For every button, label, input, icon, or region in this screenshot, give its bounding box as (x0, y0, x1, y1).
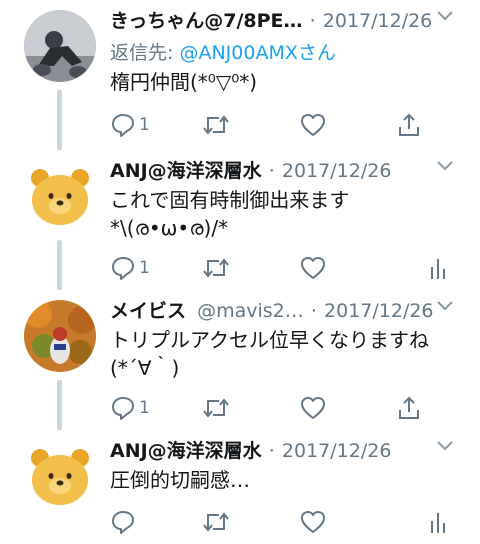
heart-icon (301, 114, 325, 136)
retweet-icon (203, 398, 229, 418)
retweet-icon (203, 258, 229, 278)
reply-to-line: 返信先: @ANJ00AMXさん (110, 38, 336, 65)
timestamp[interactable]: 2017/12/26 (324, 300, 434, 322)
display-name[interactable]: ANJ@海洋深層水 (110, 160, 262, 182)
chevron-down-icon[interactable] (436, 300, 454, 312)
tweet-header: メイビス @mavis2… · 2017/12/26 (110, 296, 480, 324)
share-button[interactable] (396, 110, 422, 140)
tweet-actions: 1 (110, 253, 450, 283)
tweet-actions (110, 507, 450, 537)
tweet[interactable]: ANJ@海洋深層水 · 2017/12/26 これで固有時制御出来ます *\(ര… (0, 150, 480, 290)
reply-icon (112, 114, 134, 137)
separator-dot: · (268, 160, 275, 182)
tweet-text: 圧倒的切嗣感… (110, 468, 250, 492)
retweet-button[interactable] (202, 110, 230, 140)
retweet-button[interactable] (202, 393, 230, 423)
tweet-header: ANJ@海洋深層水 · 2017/12/26 (110, 156, 480, 184)
display-name[interactable]: メイビス (110, 300, 186, 322)
thread-line (57, 90, 62, 150)
reply-count: 1 (139, 115, 150, 135)
chevron-down-icon[interactable] (436, 160, 454, 172)
timestamp[interactable]: 2017/12/26 (323, 10, 433, 32)
like-button[interactable] (300, 110, 326, 140)
tweet[interactable]: メイビス @mavis2… · 2017/12/26 トリプルアクセル位早くなり… (0, 290, 480, 430)
avatar[interactable] (24, 300, 96, 372)
reply-button[interactable]: 1 (110, 110, 150, 140)
reply-icon (112, 257, 134, 280)
separator-dot: · (309, 10, 316, 32)
reply-icon (112, 511, 134, 534)
share-icon (399, 396, 419, 419)
display-name[interactable]: ANJ@海洋深層水 (110, 440, 262, 462)
tweet[interactable]: ANJ@海洋深層水 · 2017/12/26 圧倒的切嗣感… (0, 430, 480, 544)
analytics-icon (431, 259, 445, 279)
avatar[interactable] (24, 160, 96, 232)
retweet-button[interactable] (202, 253, 230, 283)
separator-dot: · (310, 300, 317, 322)
thread-line (57, 240, 62, 290)
reply-count: 1 (139, 258, 150, 278)
timestamp[interactable]: 2017/12/26 (282, 160, 392, 182)
reply-count: 1 (139, 398, 150, 418)
reply-button[interactable]: 1 (110, 253, 150, 283)
avatar[interactable] (24, 10, 96, 82)
retweet-button[interactable] (202, 507, 230, 537)
display-name[interactable]: きっちゃん@7/8PE… (110, 10, 303, 32)
reply-button[interactable] (110, 507, 139, 537)
reply-icon (112, 397, 134, 420)
chevron-down-icon[interactable] (436, 10, 454, 22)
thread-line (57, 380, 62, 430)
tweet-text: トリプルアクセル位早くなりますね (*´∀｀) (110, 328, 429, 380)
reply-to-label: 返信先: (110, 42, 180, 64)
like-button[interactable] (300, 393, 326, 423)
tweet-actions: 1 (110, 393, 450, 423)
analytics-button[interactable] (428, 507, 448, 537)
tweet-text: これで固有時制御出来ます *\(ര•ω•ര)/* (110, 188, 350, 240)
tweet[interactable]: きっちゃん@7/8PE… · 2017/12/26 返信先: @ANJ00AMX… (0, 0, 480, 150)
retweet-icon (203, 115, 229, 135)
like-button[interactable] (300, 507, 326, 537)
tweet-actions: 1 (110, 110, 450, 140)
heart-icon (301, 511, 325, 533)
tweet-text: 楕円仲間(*⁰▽⁰*) (110, 70, 258, 94)
heart-icon (301, 257, 325, 279)
analytics-icon (431, 513, 445, 533)
heart-icon (301, 397, 325, 419)
username[interactable]: @mavis2… (197, 300, 304, 322)
share-icon (399, 113, 419, 136)
analytics-button[interactable] (428, 253, 448, 283)
separator-dot: · (268, 440, 275, 462)
retweet-icon (203, 512, 229, 532)
reply-button[interactable]: 1 (110, 393, 150, 423)
tweet-header: きっちゃん@7/8PE… · 2017/12/26 (110, 6, 480, 34)
like-button[interactable] (300, 253, 326, 283)
tweet-header: ANJ@海洋深層水 · 2017/12/26 (110, 436, 480, 464)
timestamp[interactable]: 2017/12/26 (282, 440, 392, 462)
chevron-down-icon[interactable] (436, 440, 454, 452)
avatar[interactable] (24, 440, 96, 512)
share-button[interactable] (396, 393, 422, 423)
mention-link[interactable]: @ANJ00AMXさん (179, 42, 335, 64)
